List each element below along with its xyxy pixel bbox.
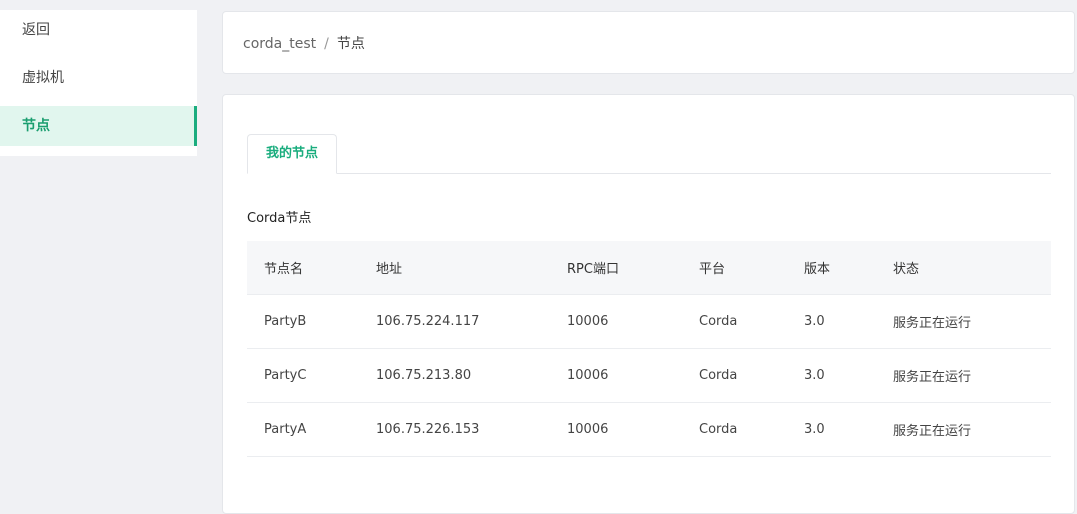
table-header: 节点名 地址 RPC端口 平台 版本 状态 [247,241,1051,295]
cell-rpc-port: 10006 [567,422,609,437]
tab-my-nodes[interactable]: 我的节点 [247,134,337,174]
table-row: PartyB 106.75.224.117 10006 Corda 3.0 服务… [247,295,1051,349]
sidebar-item-vms[interactable]: 虚拟机 [0,58,197,98]
column-header: 节点名 [264,262,304,277]
breadcrumb: corda_test / 节点 [243,33,365,53]
cell-status: 服务正在运行 [893,316,972,331]
breadcrumb-separator: / [324,36,329,52]
cell-version: 3.0 [804,422,825,437]
breadcrumb-card: corda_test / 节点 [222,11,1075,74]
cell-version: 3.0 [804,368,825,383]
table-row: PartyC 106.75.213.80 10006 Corda 3.0 服务正… [247,349,1051,403]
tab-bar: 我的节点 [247,134,1051,174]
sidebar-item-back[interactable]: 返回 [0,10,197,50]
cell-version: 3.0 [804,314,825,329]
cell-node-name: PartyC [264,368,307,383]
breadcrumb-current: 节点 [336,36,365,52]
table-row: PartyA 106.75.226.153 10006 Corda 3.0 服务… [247,403,1051,457]
column-header: 平台 [699,262,726,277]
cell-platform: Corda [699,314,738,329]
sidebar: 返回 虚拟机 节点 [0,10,197,156]
main-card: 我的节点 Corda节点 节点名 地址 RPC端口 平台 版本 状态 Party… [222,94,1075,514]
column-header: 状态 [893,262,920,277]
breadcrumb-parent[interactable]: corda_test [243,36,316,52]
cell-address: 106.75.226.153 [376,422,480,437]
cell-platform: Corda [699,422,738,437]
sidebar-item-nodes[interactable]: 节点 [0,106,197,146]
cell-node-name: PartyB [264,314,307,329]
section-title: Corda节点 [247,211,312,226]
column-header: 版本 [804,262,831,277]
cell-address: 106.75.213.80 [376,368,472,383]
cell-rpc-port: 10006 [567,314,609,329]
cell-node-name: PartyA [264,422,307,437]
cell-status: 服务正在运行 [893,370,972,385]
cell-platform: Corda [699,368,738,383]
column-header: 地址 [376,262,403,277]
nodes-table: 节点名 地址 RPC端口 平台 版本 状态 PartyB 106.75.224.… [247,241,1051,457]
cell-rpc-port: 10006 [567,368,609,383]
column-header: RPC端口 [567,262,619,277]
cell-status: 服务正在运行 [893,424,972,439]
cell-address: 106.75.224.117 [376,314,480,329]
